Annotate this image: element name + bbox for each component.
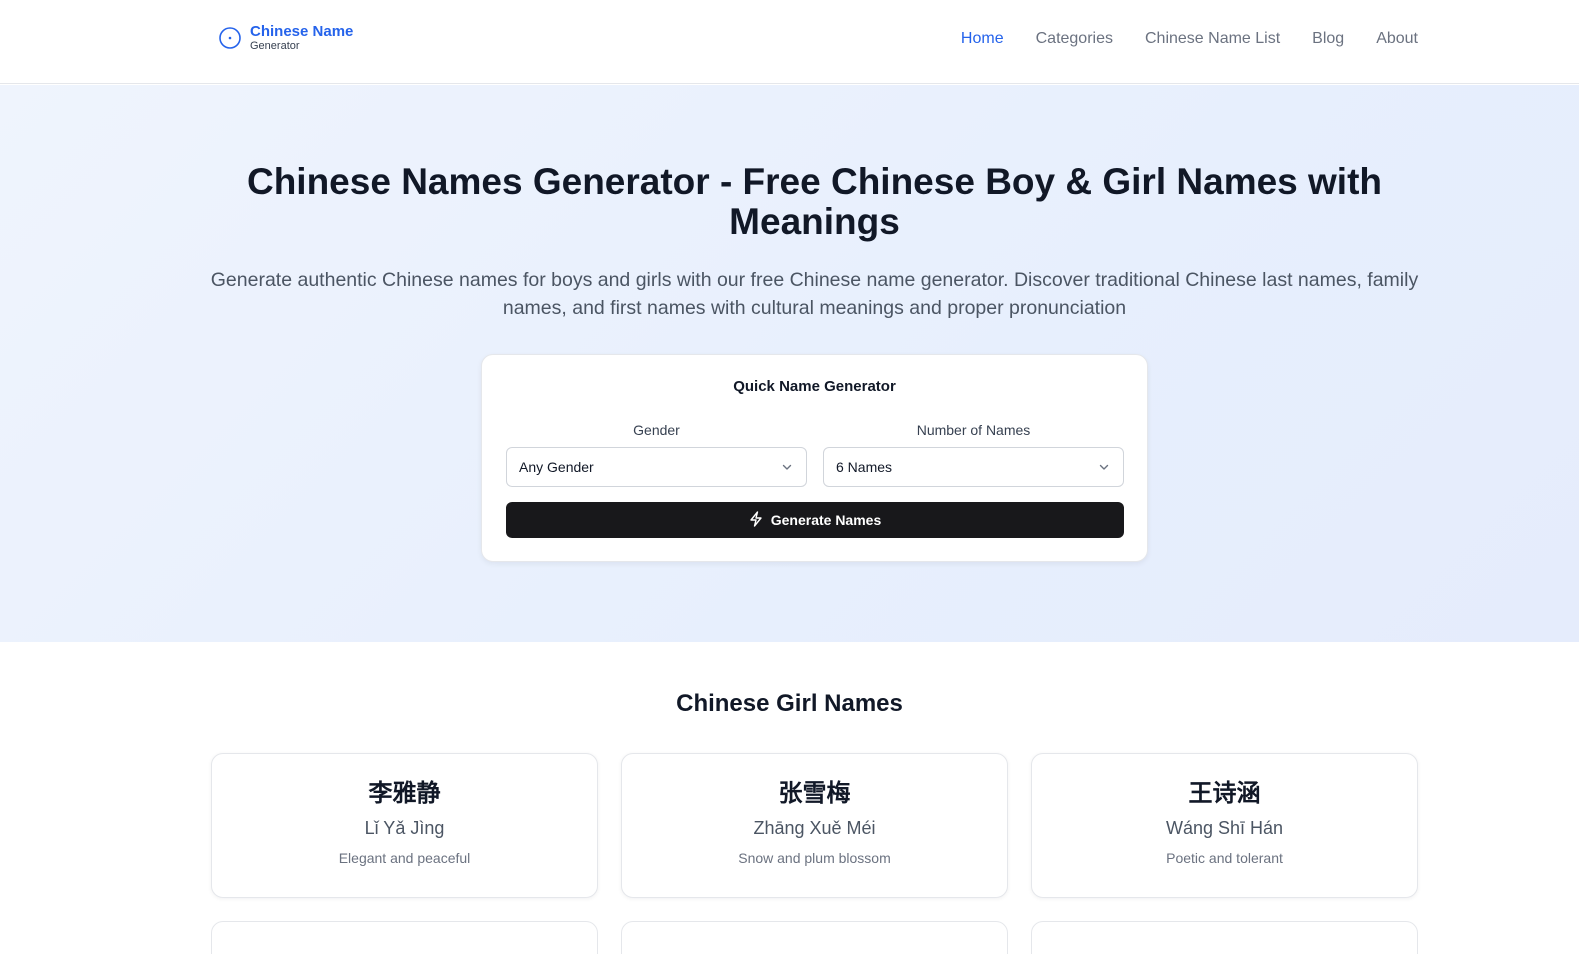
name-meaning: Elegant and peaceful [338,850,471,866]
hero-section: Chinese Names Generator - Free Chinese B… [0,85,1579,642]
name-card[interactable]: 王诗涵 Wáng Shī Hán Poetic and tolerant [1031,753,1418,898]
logo-subtitle: Generator [250,40,300,52]
name-pinyin: Lǐ Yǎ Jìng [364,818,445,838]
generate-names-button[interactable]: Generate Names [506,502,1124,538]
name-pinyin: Zhāng Xuě Méi [753,818,876,838]
nav-home[interactable]: Home [961,29,1004,49]
site-header: Chinese Name Generator Home Categories C… [0,0,1579,84]
nav-about[interactable]: About [1376,29,1418,49]
name-chinese: 李雅静 [368,779,441,807]
name-meaning: Snow and plum blossom [738,850,891,866]
generator-title: Quick Name Generator [733,378,896,395]
name-card-partial[interactable] [621,921,1008,954]
girl-names-heading: Chinese Girl Names [676,690,903,717]
logo-link[interactable]: Chinese Name Generator [218,24,353,52]
compass-logo-icon [218,26,242,50]
generate-names-label: Generate Names [770,512,882,528]
count-select[interactable]: 6 Names [823,447,1124,487]
count-select-value: 6 Names [836,459,893,475]
nav-chinese-name-list[interactable]: Chinese Name List [1145,29,1280,49]
name-card-partial[interactable] [1031,921,1418,954]
logo-title: Chinese Name [250,23,354,40]
nav-blog[interactable]: Blog [1312,29,1344,49]
gender-label: Gender [633,422,680,438]
quick-generator-card: Quick Name Generator Gender Any Gender N… [481,354,1148,562]
lightning-icon [749,510,763,530]
gender-select-value: Any Gender [519,459,594,475]
main-nav: Home Categories Chinese Name List Blog A… [961,29,1418,49]
nav-categories[interactable]: Categories [1036,29,1113,49]
name-pinyin: Wáng Shī Hán [1165,818,1284,838]
name-card-partial[interactable] [211,921,598,954]
count-label: Number of Names [916,422,1031,438]
page-title: Chinese Names Generator - Free Chinese B… [246,161,1383,242]
hero-description: Generate authentic Chinese names for boy… [210,269,1419,319]
gender-field: Gender Any Gender [506,421,807,487]
gender-select[interactable]: Any Gender [506,447,807,487]
count-field: Number of Names 6 Names [823,421,1124,487]
name-chinese: 张雪梅 [778,779,851,807]
name-meaning: Poetic and tolerant [1166,850,1283,866]
name-chinese: 王诗涵 [1188,779,1261,807]
name-card[interactable]: 张雪梅 Zhāng Xuě Méi Snow and plum blossom [621,753,1008,898]
chevron-down-icon [1097,460,1111,474]
chevron-down-icon [780,460,794,474]
name-card[interactable]: 李雅静 Lǐ Yǎ Jìng Elegant and peaceful [211,753,598,898]
